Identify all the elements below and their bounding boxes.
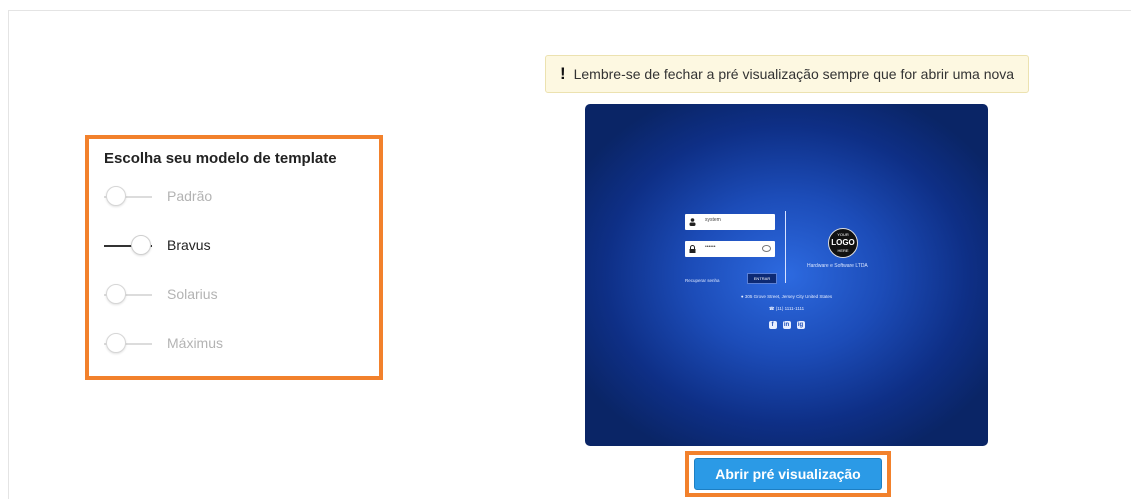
preview-company-name: Hardware e Software LTDA — [807, 263, 868, 269]
preview-user-value: system — [705, 217, 721, 223]
preview-divider — [785, 211, 786, 283]
preview-warning-alert: ! Lembre-se de fechar a pré visualização… — [545, 55, 1029, 93]
warning-text: Lembre-se de fechar a pré visualização s… — [573, 66, 1015, 82]
template-preview-image: system •••••• Recuperar senha ENTRAR YOU… — [585, 104, 988, 446]
preview-phone: ☎ (11) 1111-1111 — [585, 306, 988, 312]
preview-enter-button: ENTRAR — [747, 273, 777, 284]
phone-icon: ☎ — [768, 306, 775, 311]
template-option-bravus[interactable]: Bravus — [104, 232, 364, 260]
toggle-knob[interactable] — [131, 235, 151, 255]
toggle-knob[interactable] — [106, 186, 126, 206]
template-option-solarius[interactable]: Solarius — [104, 281, 364, 309]
preview-logo: YOUR LOGO HERE — [828, 228, 858, 258]
template-option-maximus[interactable]: Máximus — [104, 330, 364, 358]
preview-recover-link: Recuperar senha — [685, 278, 720, 283]
logo-line-2: LOGO — [831, 238, 855, 247]
open-preview-highlight: Abrir pré visualização — [685, 451, 891, 497]
toggle-knob[interactable] — [106, 333, 126, 353]
template-option-label: Padrão — [167, 188, 213, 204]
preview-address-text: 305 Grove Street, Jersey City United Sta… — [744, 294, 833, 299]
toggle-knob[interactable] — [106, 284, 126, 304]
logo-line-3: HERE — [837, 248, 849, 253]
preview-password-value: •••••• — [705, 244, 716, 250]
logo-line-1: YOUR — [837, 232, 849, 237]
map-pin-icon: ● — [740, 294, 744, 299]
template-option-label: Bravus — [167, 237, 211, 253]
template-selector-panel: Escolha seu modelo de template Padrão Br… — [85, 135, 383, 380]
template-option-label: Solarius — [167, 286, 218, 302]
template-option-padrao[interactable]: Padrão — [104, 183, 364, 211]
preview-password-field: •••••• — [685, 241, 775, 257]
template-option-label: Máximus — [167, 335, 224, 351]
preview-user-field: system — [685, 214, 775, 230]
exclamation-icon: ! — [559, 64, 566, 83]
user-icon — [685, 214, 699, 230]
lock-icon — [685, 241, 699, 257]
linkedin-icon: in — [782, 321, 791, 329]
preview-phone-text: (11) 1111-1111 — [775, 306, 805, 311]
eye-icon — [762, 245, 771, 252]
facebook-icon: f — [768, 321, 777, 329]
instagram-icon: ig — [796, 321, 805, 329]
preview-address: ● 305 Grove Street, Jersey City United S… — [585, 294, 988, 299]
template-selector-title: Escolha seu modelo de template — [104, 150, 337, 167]
preview-social-icons: f in ig — [585, 321, 988, 329]
open-preview-button[interactable]: Abrir pré visualização — [694, 458, 882, 490]
